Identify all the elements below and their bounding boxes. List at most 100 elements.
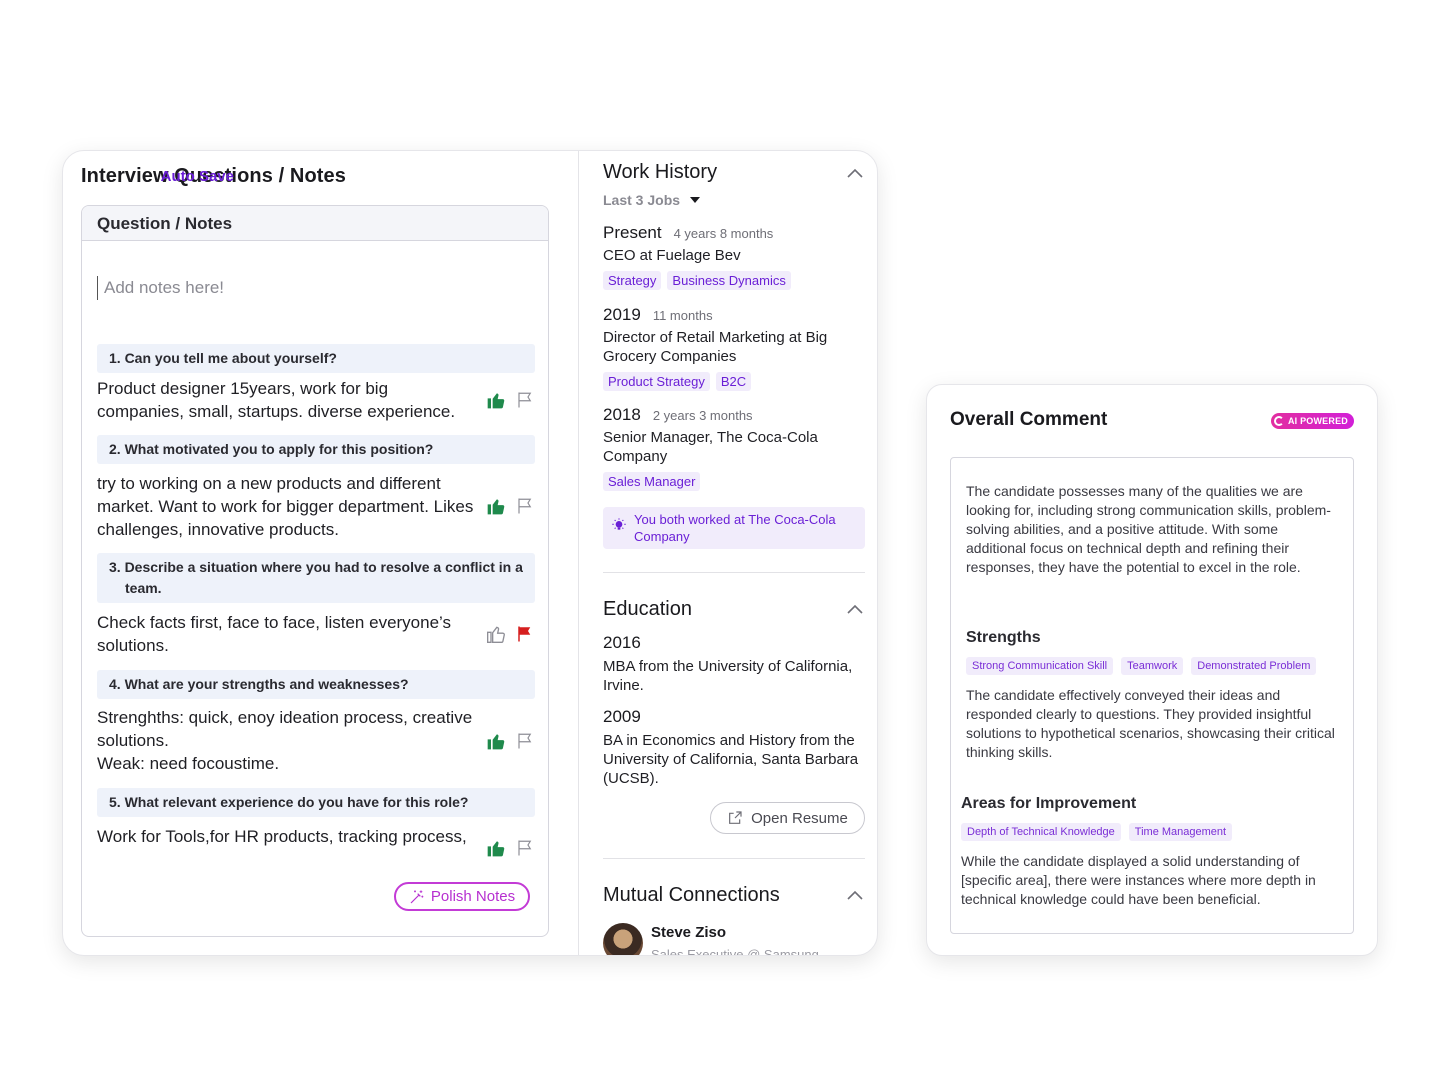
avatar: [603, 923, 643, 955]
answer-3-actions: [486, 624, 536, 644]
answer-4-line-1: Strenghths: quick, enoy ideation process…: [97, 708, 473, 750]
summary-text: The candidate possesses many of the qual…: [966, 483, 1331, 575]
improvement-tag: Depth of Technical Knowledge: [961, 823, 1121, 841]
overall-comment-card: Overall Comment AI POWERED The candidate…: [926, 384, 1378, 956]
job-year: 2018: [603, 405, 641, 424]
improvement-title: Areas for Improvement: [961, 795, 1137, 812]
jobs-filter-dropdown[interactable]: Last 3 Jobs: [603, 192, 701, 208]
notes-header: Question / Notes: [82, 206, 548, 241]
profile-column: Work History Last 3 Jobs Present 4 years…: [579, 151, 877, 956]
open-resume-button[interactable]: Open Resume: [710, 802, 865, 834]
polish-notes-label: Polish Notes: [430, 888, 516, 905]
ai-powered-badge: AI POWERED: [1270, 413, 1354, 429]
jobs-filter-value: Last 3 Jobs: [603, 192, 681, 208]
strength-tag: Teamwork: [1121, 657, 1184, 675]
answer-2-actions: [486, 496, 536, 516]
improvement-text: While the candidate displayed a solid un…: [961, 853, 1316, 907]
education-text: MBA from the University of California, I…: [603, 658, 853, 694]
connection-name: Steve Ziso: [651, 924, 727, 941]
overall-comment-box[interactable]: The candidate possesses many of the qual…: [950, 457, 1354, 934]
flag-icon[interactable]: [516, 390, 534, 410]
chevron-up-icon[interactable]: [847, 168, 863, 178]
answer-4-line-2: Weak: need focoustime.: [97, 754, 280, 773]
education-text: BA in Economics and History from the Uni…: [603, 732, 859, 787]
skill-tag: Product Strategy: [603, 372, 710, 391]
chevron-up-icon[interactable]: [847, 604, 863, 614]
question-4: 4. What are your strengths and weaknesse…: [97, 670, 535, 699]
job-entry: 2018 2 years 3 months Senior Manager, Th…: [603, 405, 865, 491]
thumbs-up-outline-icon[interactable]: [486, 624, 506, 644]
ai-badge-label: AI POWERED: [1287, 416, 1348, 426]
polish-notes-button[interactable]: Polish Notes: [394, 882, 530, 911]
job-entry: 2019 11 months Director of Retail Market…: [603, 305, 865, 391]
question-1: 1. Can you tell me about yourself?: [97, 344, 535, 373]
flag-icon[interactable]: [516, 838, 534, 858]
notes-input[interactable]: Add notes here!: [97, 276, 224, 300]
connections-title: Mutual Connections: [603, 884, 780, 906]
education-year: 2009: [603, 707, 641, 726]
shared-note-text: You both worked at The Coca-Cola Company: [634, 512, 836, 544]
flag-filled-icon[interactable]: [516, 624, 534, 644]
answer-4[interactable]: Strenghths: quick, enoy ideation process…: [97, 706, 477, 775]
overall-comment-title: Overall Comment: [950, 409, 1108, 430]
strengths-tags: Strong Communication Skill Teamwork Demo…: [966, 657, 1317, 675]
open-resume-label: Open Resume: [751, 809, 848, 827]
education-entry: 2016 MBA from the University of Californ…: [603, 633, 865, 695]
thumbs-up-icon[interactable]: [486, 390, 506, 410]
flag-icon[interactable]: [516, 731, 534, 751]
strengths-text: The candidate effectively conveyed their…: [966, 687, 1335, 760]
ai-spinner-icon: [1273, 416, 1284, 426]
education-entry: 2009 BA in Economics and History from th…: [603, 707, 865, 788]
improvement-tag: Time Management: [1128, 823, 1233, 841]
job-year: 2019: [603, 305, 641, 324]
answer-1-actions: [486, 390, 536, 410]
strength-tag: Demonstrated Problem: [1191, 657, 1317, 675]
job-duration: 2 years 3 months: [652, 408, 753, 423]
job-tags: Strategy Business Dynamics: [603, 271, 865, 290]
shared-company-note: You both worked at The Coca-Cola Company: [603, 507, 865, 549]
skill-tag: Strategy: [603, 271, 662, 290]
work-history-title: Work History: [603, 161, 718, 183]
job-tags: Product Strategy B2C: [603, 372, 865, 391]
interview-column: Interview Questions / Notes Auto Save Qu…: [63, 151, 578, 955]
thumbs-up-icon[interactable]: [486, 838, 506, 858]
answer-3[interactable]: Check facts first, face to face, listen …: [97, 611, 477, 657]
improvement-tags: Depth of Technical Knowledge Time Manage…: [961, 823, 1233, 841]
education-year: 2016: [603, 633, 641, 652]
answer-2[interactable]: try to working on a new products and dif…: [97, 472, 477, 541]
education-title: Education: [603, 598, 692, 620]
answer-4-actions: [486, 731, 536, 751]
auto-save-link[interactable]: Auto Save: [161, 168, 234, 185]
question-5: 5. What relevant experience do you have …: [97, 788, 535, 817]
thumbs-up-icon[interactable]: [486, 731, 506, 751]
magic-wand-icon: [410, 889, 424, 903]
skill-tag: B2C: [715, 372, 752, 391]
job-title: Senior Manager, The Coca-Cola Company: [603, 429, 818, 465]
job-year: Present: [603, 223, 662, 242]
connection-item[interactable]: Steve Ziso Sales Executive @ Samsung: [603, 923, 865, 956]
connection-role: Sales Executive @ Samsung: [651, 947, 819, 956]
flag-icon[interactable]: [516, 496, 534, 516]
divider: [603, 572, 865, 573]
interview-panel: Interview Questions / Notes Auto Save Qu…: [62, 150, 878, 956]
strength-tag: Strong Communication Skill: [966, 657, 1114, 675]
job-title: CEO at Fuelage Bev: [603, 247, 741, 264]
strengths-title: Strengths: [966, 629, 1041, 646]
skill-tag: Business Dynamics: [667, 271, 791, 290]
answer-1[interactable]: Product designer 15years, work for big c…: [97, 377, 477, 423]
job-entry: Present 4 years 8 months CEO at Fuelage …: [603, 223, 865, 290]
answer-5[interactable]: Work for Tools,for HR products, tracking…: [97, 825, 477, 848]
job-title: Director of Retail Marketing at Big Groc…: [603, 329, 828, 365]
job-tags: Sales Manager: [603, 472, 865, 491]
bulb-icon: [612, 518, 626, 530]
answer-5-actions: [486, 838, 536, 858]
notes-box: Question / Notes Add notes here! 1. Can …: [81, 205, 549, 937]
question-3: 3. Describe a situation where you had to…: [97, 553, 535, 603]
caret-down-icon: [690, 197, 701, 203]
job-duration: 4 years 8 months: [673, 226, 774, 241]
divider: [603, 858, 865, 859]
chevron-up-icon[interactable]: [847, 890, 863, 900]
thumbs-up-icon[interactable]: [486, 496, 506, 516]
question-2: 2. What motivated you to apply for this …: [97, 435, 535, 464]
external-link-icon: [729, 811, 742, 824]
